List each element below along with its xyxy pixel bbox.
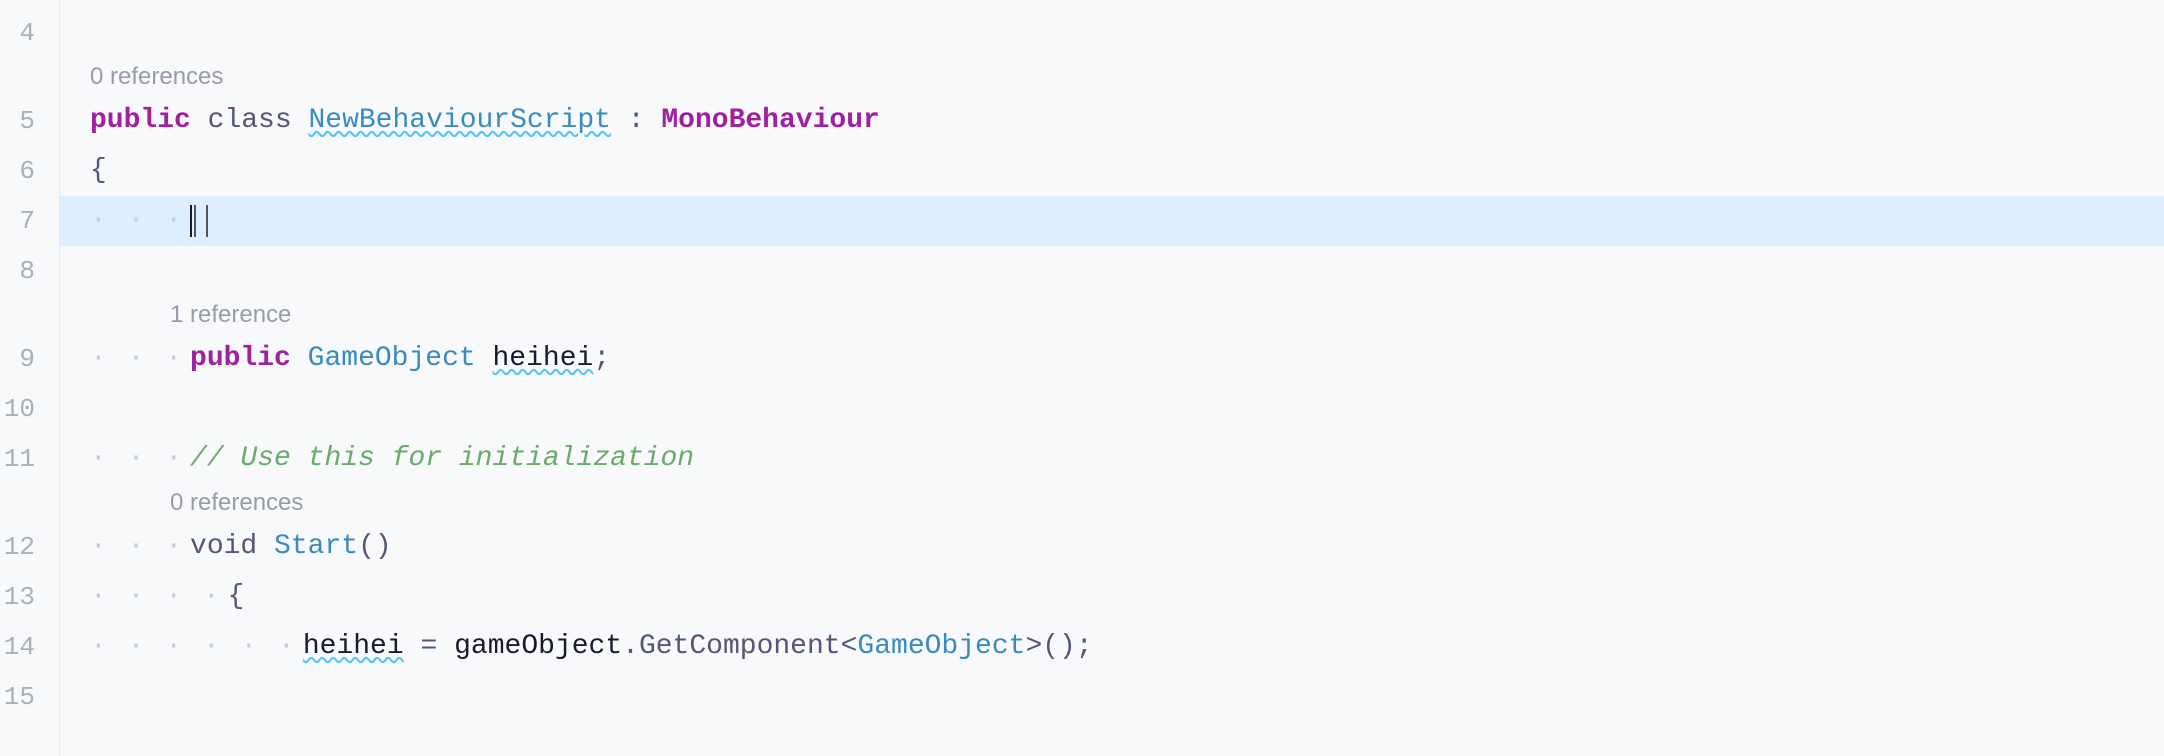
heihei-var-14: heihei: [303, 625, 404, 668]
void-keyword-12: void: [190, 525, 257, 568]
references-hint-5: 0 references: [90, 58, 223, 95]
space2: [292, 99, 309, 142]
line-number-7: 7: [0, 196, 45, 246]
code-content[interactable]: 0 references public class NewBehaviourSc…: [60, 0, 2164, 756]
hint-line-12: 0 references: [60, 484, 2164, 522]
start-method-12: Start: [274, 525, 358, 568]
comment-11: // Use this for initialization: [190, 437, 694, 480]
code-line-10: [60, 384, 2164, 434]
code-line-11: · · · // Use this for initialization: [60, 434, 2164, 484]
references-hint-12: 0 references: [170, 484, 303, 521]
line-number-12: 12: [0, 522, 45, 572]
code-line-6: {: [60, 146, 2164, 196]
line-number-hint-9: [0, 296, 45, 334]
space14b: [437, 625, 454, 668]
indent-dots-7: · · ·: [90, 199, 184, 242]
classname-token: NewBehaviourScript: [308, 99, 610, 142]
space4: [645, 99, 662, 142]
gameobject-type-9: GameObject: [308, 337, 476, 380]
line-number-8: 8: [0, 246, 45, 296]
line-number-6: 6: [0, 146, 45, 196]
gameobject-var-14: gameObject: [454, 625, 622, 668]
colon-token: :: [628, 99, 645, 142]
parens-12: (): [358, 525, 392, 568]
references-hint-9: 1 reference: [170, 296, 291, 333]
indent-dots-9: · · ·: [90, 337, 184, 380]
space14a: [404, 625, 421, 668]
dot-14: .: [622, 625, 639, 668]
indent-dots-12: · · ·: [90, 525, 184, 568]
hint-line-9: 1 reference: [60, 296, 2164, 334]
space3: [611, 99, 628, 142]
code-line-15: [60, 672, 2164, 722]
indent-dots-13: · · · ·: [90, 575, 222, 618]
code-line-12: · · · void Start (): [60, 522, 2164, 572]
code-line-9: · · · public GameObject heihei ;: [60, 334, 2164, 384]
code-line-8: [60, 246, 2164, 296]
line-number-13: 13: [0, 572, 45, 622]
code-line-14: · · · · · · heihei = gameObject . GetCom…: [60, 622, 2164, 672]
line-number-15: 15: [0, 672, 45, 722]
line-number-4: 4: [0, 8, 45, 58]
i-beam-cursor: [194, 205, 208, 237]
text-cursor: [190, 205, 192, 237]
line-number-10: 10: [0, 384, 45, 434]
getcomponent-method-14: GetComponent: [639, 625, 841, 668]
indent-dots-14: · · · · · ·: [90, 625, 297, 668]
space9a: [291, 337, 308, 380]
code-editor: 4 5 6 7 8 9 10 11 12 13 14 15 0 referenc…: [0, 0, 2164, 756]
space: [191, 99, 208, 142]
code-line-7[interactable]: · · ·: [60, 196, 2164, 246]
gameobject-generic-14: GameObject: [857, 625, 1025, 668]
call-parens-14: (): [1042, 625, 1076, 668]
angle-close-14: >: [1025, 625, 1042, 668]
keyword-public: public: [90, 99, 191, 142]
code-line-4: [60, 8, 2164, 58]
indent-dots-11: · · ·: [90, 437, 184, 480]
line-number-9: 9: [0, 334, 45, 384]
monobehaviour-token: MonoBehaviour: [661, 99, 879, 142]
line-number-gutter: 4 5 6 7 8 9 10 11 12 13 14 15: [0, 0, 60, 756]
heihei-var-9: heihei: [493, 337, 594, 380]
line-number-11: 11: [0, 434, 45, 484]
public-keyword-9: public: [190, 337, 291, 380]
space9b: [476, 337, 493, 380]
line-number-hint-12: [0, 484, 45, 522]
line-number-hint-5: [0, 58, 45, 96]
brace-open-13: {: [228, 575, 245, 618]
space12: [257, 525, 274, 568]
line-number-5: 5: [0, 96, 45, 146]
semicolon-14: ;: [1076, 625, 1093, 668]
keyword-class: class: [208, 99, 292, 142]
code-line-5: public class NewBehaviourScript : MonoBe…: [60, 96, 2164, 146]
hint-line-5: 0 references: [60, 58, 2164, 96]
angle-open-14: <: [841, 625, 858, 668]
equals-14: =: [420, 625, 437, 668]
brace-open-6: {: [90, 149, 107, 192]
semicolon-9: ;: [593, 337, 610, 380]
line-number-14: 14: [0, 622, 45, 672]
code-line-13: · · · · {: [60, 572, 2164, 622]
